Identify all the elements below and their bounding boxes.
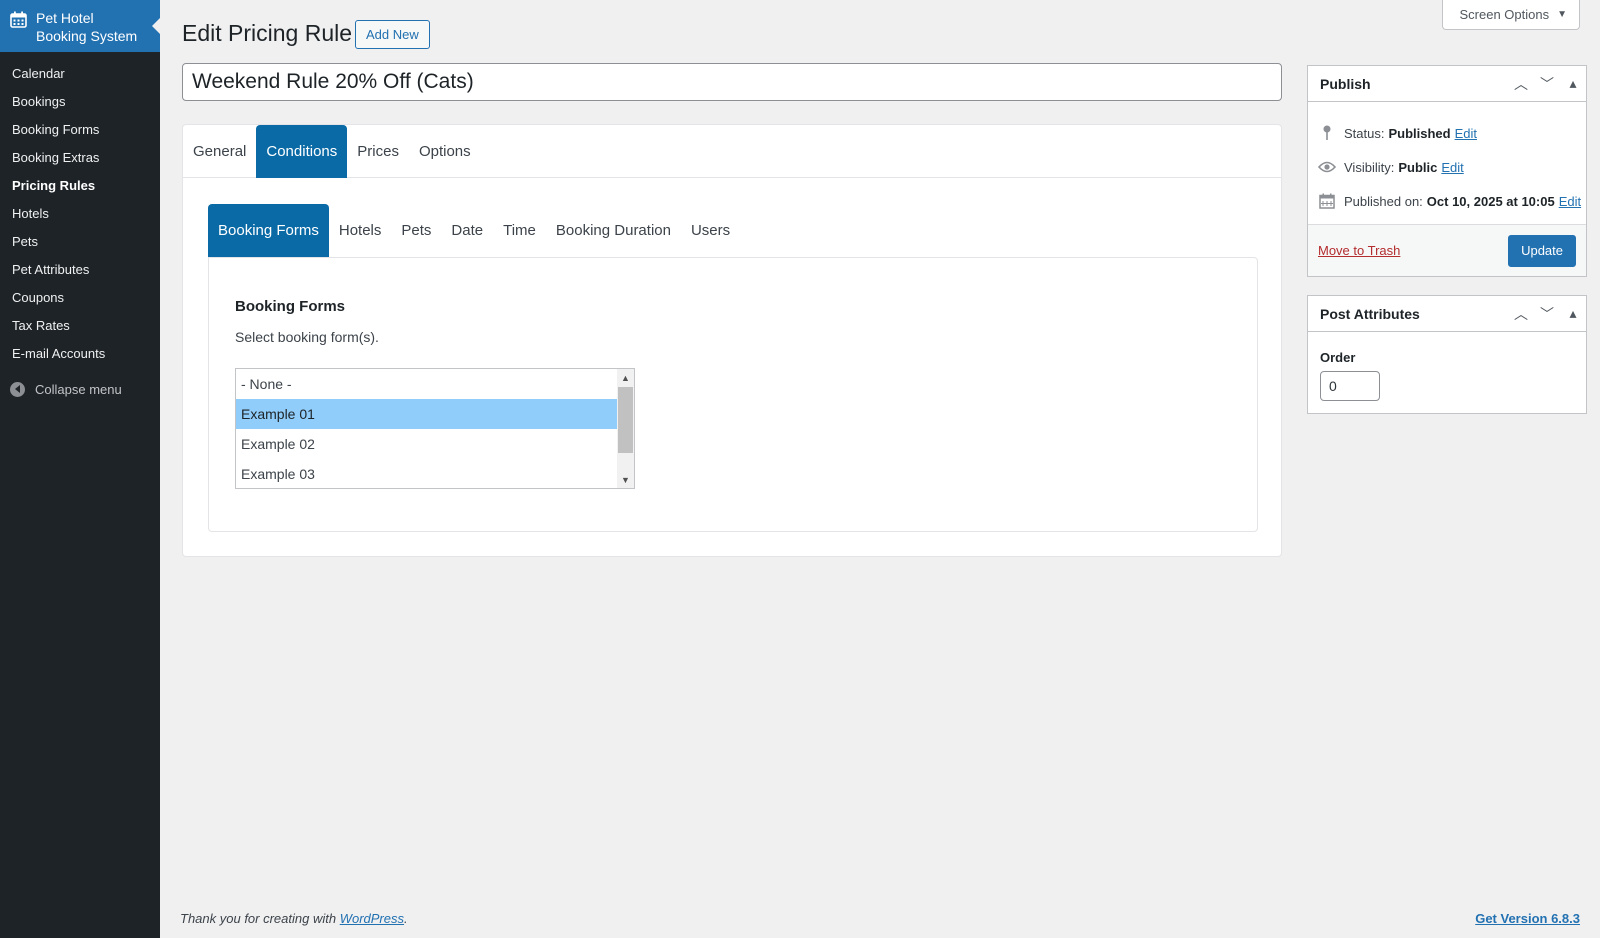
wordpress-link[interactable]: WordPress — [340, 911, 404, 926]
move-up-icon[interactable]: ︿ — [1508, 304, 1534, 324]
screen-options-button[interactable]: Screen Options ▼ — [1442, 0, 1580, 30]
visibility-value: Public — [1398, 159, 1438, 175]
publish-header: Publish ︿ ﹀ ▴ — [1308, 66, 1586, 102]
footer-thanks-prefix: Thank you for creating with — [180, 911, 340, 926]
publish-handle-actions: ︿ ﹀ ▴ — [1508, 74, 1586, 94]
conditions-panel: Booking Forms Hotels Pets Date Time Book… — [208, 204, 1258, 532]
subtab-booking-duration[interactable]: Booking Duration — [546, 204, 681, 257]
update-button[interactable]: Update — [1508, 234, 1576, 267]
calendar-icon — [1318, 192, 1336, 210]
move-down-icon[interactable]: ﹀ — [1534, 74, 1560, 94]
publish-misc: Status: Published Edit Visibility: Publi… — [1308, 102, 1586, 218]
sidebar-item-booking-extras[interactable]: Booking Extras — [0, 144, 160, 172]
sidebar-item-email-accounts[interactable]: E-mail Accounts — [0, 340, 160, 368]
published-on-row: Published on: Oct 10, 2025 at 10:05 Edit — [1308, 184, 1586, 218]
sidebar-item-pricing-rules[interactable]: Pricing Rules — [0, 172, 160, 200]
tab-options[interactable]: Options — [409, 125, 481, 178]
tab-conditions[interactable]: Conditions — [256, 125, 348, 178]
brand-line2: Booking System — [36, 28, 138, 44]
status-label: Status: — [1344, 125, 1385, 141]
section-title: Booking Forms — [235, 298, 346, 315]
tab-prices[interactable]: Prices — [347, 125, 409, 178]
post-attributes-handle-actions: ︿ ﹀ ▴ — [1508, 304, 1586, 324]
scroll-up-icon[interactable]: ▲ — [617, 369, 634, 386]
brand-line1: Pet Hotel — [36, 10, 94, 26]
subtab-booking-forms[interactable]: Booking Forms — [208, 204, 329, 257]
post-title-input[interactable] — [182, 63, 1282, 101]
sidebar-item-bookings[interactable]: Bookings — [0, 88, 160, 116]
subtab-date[interactable]: Date — [441, 204, 493, 257]
sidebar-item-hotels[interactable]: Hotels — [0, 200, 160, 228]
tab-general[interactable]: General — [183, 125, 256, 178]
option-example-01[interactable]: Example 01 — [236, 399, 619, 429]
sidebar-item-pets[interactable]: Pets — [0, 228, 160, 256]
move-to-trash-link[interactable]: Move to Trash — [1318, 243, 1400, 258]
listbox-scrollbar[interactable]: ▲ ▼ — [617, 369, 634, 488]
option-example-02[interactable]: Example 02 — [236, 429, 619, 459]
subtab-hotels[interactable]: Hotels — [329, 204, 392, 257]
move-down-icon[interactable]: ﹀ — [1534, 304, 1560, 324]
option-none[interactable]: - None - — [236, 369, 619, 399]
status-value: Published — [1388, 125, 1451, 141]
publish-actions: Move to Trash Update — [1308, 224, 1586, 276]
main-tabs: General Conditions Prices Options — [183, 125, 1281, 178]
collapse-arrow-icon — [10, 381, 25, 397]
add-new-button[interactable]: Add New — [355, 20, 430, 49]
post-attributes-title: Post Attributes — [1320, 305, 1420, 322]
subtab-pets[interactable]: Pets — [391, 204, 441, 257]
collapse-menu-button[interactable]: Collapse menu — [0, 372, 160, 402]
status-row: Status: Published Edit — [1308, 116, 1586, 150]
footer-thanks: Thank you for creating with WordPress. — [180, 911, 408, 926]
sidebar-menu: Calendar Bookings Booking Forms Booking … — [0, 52, 160, 368]
order-input[interactable] — [1320, 371, 1380, 401]
booking-forms-section: Booking Forms Select booking form(s). - … — [208, 257, 1258, 532]
toggle-panel-icon[interactable]: ▴ — [1560, 75, 1586, 92]
sidebar-item-booking-forms[interactable]: Booking Forms — [0, 116, 160, 144]
subtab-time[interactable]: Time — [493, 204, 546, 257]
visibility-label: Visibility: — [1344, 159, 1395, 175]
move-up-icon[interactable]: ︿ — [1508, 74, 1534, 94]
edit-date-link[interactable]: Edit — [1559, 194, 1581, 209]
publish-title: Publish — [1320, 75, 1371, 92]
edit-status-link[interactable]: Edit — [1455, 126, 1477, 141]
sidebar-item-calendar[interactable]: Calendar — [0, 60, 160, 88]
get-version-link[interactable]: Get Version 6.8.3 — [1475, 911, 1580, 926]
sidebar-item-pet-attributes[interactable]: Pet Attributes — [0, 256, 160, 284]
pricing-rule-panel: General Conditions Prices Options Bookin… — [182, 124, 1282, 557]
sidebar-brand[interactable]: Pet Hotel Booking System — [0, 0, 160, 52]
section-description: Select booking form(s). — [235, 329, 379, 345]
booking-forms-multiselect[interactable]: - None - Example 01 Example 02 Example 0… — [235, 368, 635, 489]
sidebar-item-coupons[interactable]: Coupons — [0, 284, 160, 312]
publish-box: Publish ︿ ﹀ ▴ Status: Published Edit Vis… — [1307, 65, 1587, 277]
brand-label: Pet Hotel Booking System — [36, 9, 137, 45]
footer-thanks-suffix: . — [404, 911, 408, 926]
edit-visibility-link[interactable]: Edit — [1441, 160, 1463, 175]
published-label: Published on: — [1344, 193, 1423, 209]
caret-down-icon: ▼ — [1557, 9, 1567, 20]
scroll-down-icon[interactable]: ▼ — [617, 471, 634, 488]
option-example-03[interactable]: Example 03 — [236, 459, 619, 488]
eye-icon — [1318, 158, 1336, 176]
order-label: Order — [1320, 350, 1356, 365]
subtab-users[interactable]: Users — [681, 204, 740, 257]
page-title: Edit Pricing Rule — [182, 20, 353, 46]
screen-options-label: Screen Options — [1459, 7, 1550, 22]
calendar-icon — [10, 11, 27, 28]
post-attributes-box: Post Attributes ︿ ﹀ ▴ Order — [1307, 295, 1587, 414]
visibility-row: Visibility: Public Edit — [1308, 150, 1586, 184]
admin-sidebar: Pet Hotel Booking System Calendar Bookin… — [0, 0, 160, 938]
scrollbar-thumb[interactable] — [618, 387, 633, 453]
pin-icon — [1318, 124, 1336, 142]
collapse-menu-label: Collapse menu — [35, 381, 122, 397]
post-attributes-header: Post Attributes ︿ ﹀ ▴ — [1308, 296, 1586, 332]
sidebar-item-tax-rates[interactable]: Tax Rates — [0, 312, 160, 340]
toggle-panel-icon[interactable]: ▴ — [1560, 305, 1586, 322]
condition-subtabs: Booking Forms Hotels Pets Date Time Book… — [208, 204, 1258, 257]
published-value: Oct 10, 2025 at 10:05 — [1426, 193, 1555, 209]
